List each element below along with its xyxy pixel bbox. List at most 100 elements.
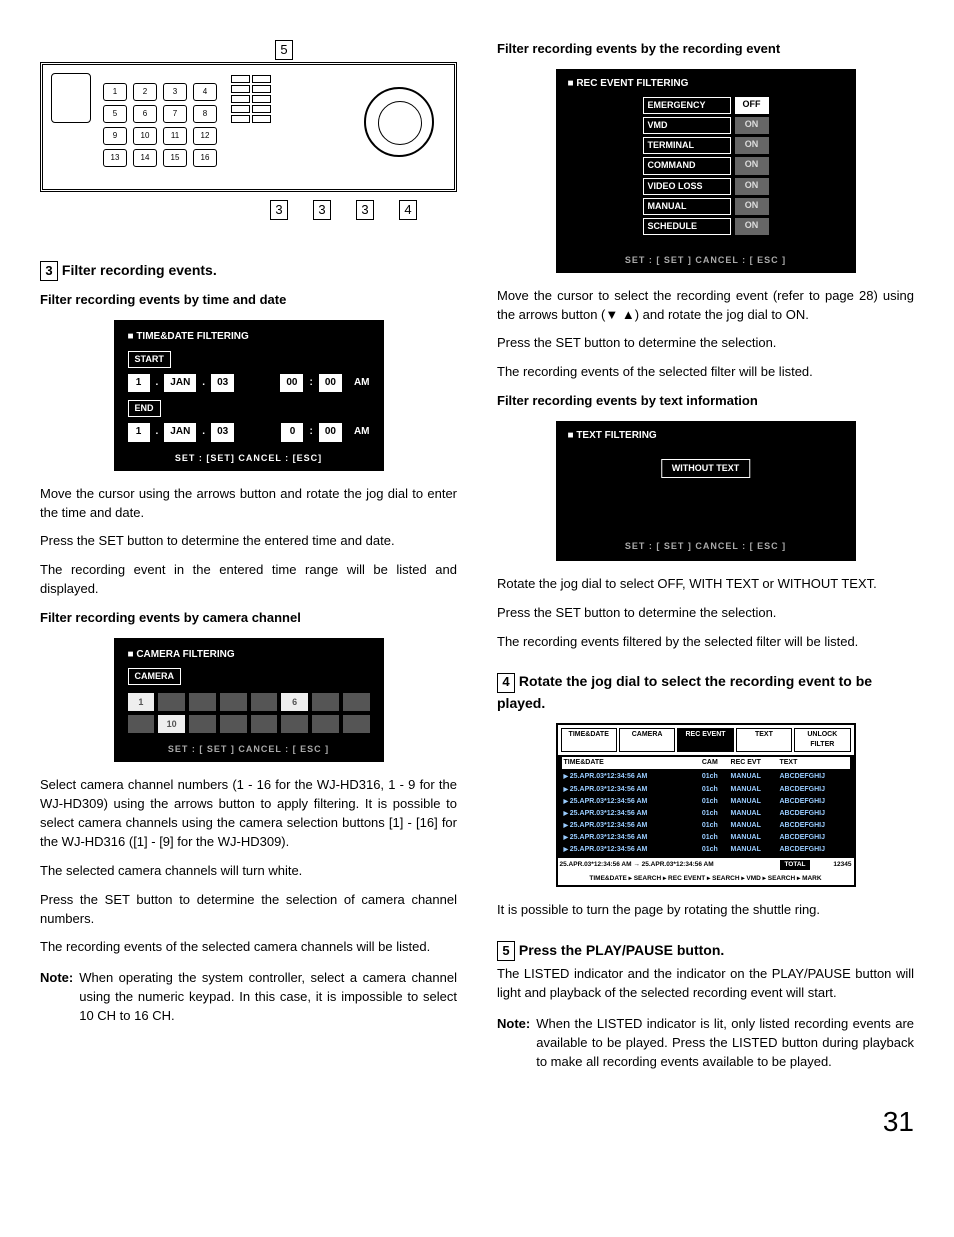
end-min: 00 (319, 423, 342, 442)
callout-top-5: 5 (275, 40, 293, 60)
note-left-label: Note: (40, 969, 73, 1026)
page-number: 31 (40, 1102, 914, 1143)
camera-tab: CAMERA (128, 668, 182, 685)
rec-row-label: SCHEDULE (643, 218, 731, 235)
row-cam: 01ch (691, 820, 728, 832)
row-timedate: 25.APR.03*12:34:56 AM (562, 784, 692, 796)
row-cam: 01ch (691, 784, 728, 796)
row-text: ABCDEFGHIJ (777, 832, 849, 844)
row-timedate: 25.APR.03*12:34:56 AM (562, 820, 692, 832)
text-p1: Rotate the jog dial to select OFF, WITH … (497, 575, 914, 594)
row-cam: 01ch (691, 808, 728, 820)
time-date-filtering-panel: TIME&DATE FILTERING START 1 . JAN . 03 0… (114, 320, 384, 471)
rec-panel-footer: SET : [ SET ] CANCEL : [ ESC ] (556, 254, 856, 273)
step-3-number: 3 (40, 261, 58, 281)
td-p1: Move the cursor using the arrows button … (40, 485, 457, 523)
rec-row-value: ON (735, 157, 769, 174)
row-text: ABCDEFGHIJ (777, 796, 849, 808)
row-evt: MANUAL (729, 808, 778, 820)
list-tab: TIME&DATE (561, 728, 617, 752)
cam-p2: The selected camera channels will turn w… (40, 862, 457, 881)
cam-1: 1 (128, 693, 155, 711)
end-day: 1 (128, 423, 150, 442)
end-hour: 0 (281, 423, 303, 442)
text-panel-title: TEXT FILTERING (568, 429, 844, 444)
list-tab: TEXT (736, 728, 792, 752)
col-cam: CAM (691, 757, 728, 769)
cam-4 (220, 693, 247, 711)
subhead-time-date: Filter recording events by time and date (40, 291, 457, 310)
row-text: ABCDEFGHIJ (777, 844, 849, 856)
rec-row-label: MANUAL (643, 198, 731, 215)
rec-row: EMERGENCYOFF (556, 97, 856, 114)
camera-filtering-panel: CAMERA FILTERING CAMERA 1 6 10 SE (114, 638, 384, 763)
rec-p3: The recording events of the selected fil… (497, 363, 914, 382)
step-5-title: Press the PLAY/PAUSE button. (519, 942, 724, 958)
col-timedate: TIME&DATE (562, 757, 692, 769)
list-row: 25.APR.03*12:34:56 AM01chMANUALABCDEFGHI… (562, 771, 850, 783)
row-text: ABCDEFGHIJ (777, 820, 849, 832)
cam-p1: Select camera channel numbers (1 - 16 fo… (40, 776, 457, 851)
text-p2: Press the SET button to determine the se… (497, 604, 914, 623)
list-row: 25.APR.03*12:34:56 AM01chMANUALABCDEFGHI… (562, 844, 850, 856)
end-tab: END (128, 400, 161, 417)
rec-row-label: COMMAND (643, 157, 731, 174)
cam-9 (128, 715, 155, 733)
step-5-number: 5 (497, 941, 515, 961)
rec-row-label: EMERGENCY (643, 97, 731, 114)
start-min: 00 (319, 374, 342, 393)
rec-row: MANUALON (556, 198, 856, 215)
step-4-heading: 4 Rotate the jog dial to select the reco… (497, 671, 914, 713)
note-right-body: When the LISTED indicator is lit, only l… (536, 1015, 914, 1072)
subhead-camera: Filter recording events by camera channe… (40, 609, 457, 628)
breadcrumb-filters: TIME&DATE ▸ SEARCH ▸ REC EVENT ▸ SEARCH … (558, 872, 854, 885)
step-4-title-a: Rotate the jog dial to select (519, 673, 705, 689)
list-row: 25.APR.03*12:34:56 AM01chMANUALABCDEFGHI… (562, 796, 850, 808)
start-ampm: AM (354, 376, 370, 391)
total-label: TOTAL (780, 860, 809, 869)
cam-15 (312, 715, 339, 733)
list-row: 25.APR.03*12:34:56 AM01chMANUALABCDEFGHI… (562, 784, 850, 796)
list-row: 25.APR.03*12:34:56 AM01chMANUALABCDEFGHI… (562, 808, 850, 820)
camera-grid: 1 6 10 (128, 693, 370, 733)
cam-3 (189, 693, 216, 711)
cam-2 (158, 693, 185, 711)
rec-event-filtering-panel: REC EVENT FILTERING EMERGENCYOFF VMD ON TER… (556, 69, 856, 273)
start-tab: START (128, 351, 171, 368)
cam-7 (312, 693, 339, 711)
start-year: 03 (211, 374, 234, 393)
cam-panel-title: CAMERA FILTERING (128, 648, 370, 663)
text-panel-footer: SET : [ SET ] CANCEL : [ ESC ] (556, 540, 856, 553)
range-span: 25.APR.03*12:34:56 AM → 25.APR.03*12:34:… (560, 860, 779, 869)
note-left-body: When operating the system controller, se… (79, 969, 457, 1026)
cam-14 (281, 715, 308, 733)
rec-row: TERMINALON (556, 137, 856, 154)
rec-panel-title: REC EVENT FILTERING (556, 69, 856, 98)
cam-5 (251, 693, 278, 711)
note-right: Note: When the LISTED indicator is lit, … (497, 1015, 914, 1072)
row-evt: MANUAL (729, 796, 778, 808)
cam-6: 6 (281, 693, 308, 711)
cam-12 (220, 715, 247, 733)
td-panel-title: TIME&DATE FILTERING (128, 330, 370, 345)
callout-3a: 3 (270, 200, 288, 220)
row-cam: 01ch (691, 832, 728, 844)
row-timedate: 25.APR.03*12:34:56 AM (562, 771, 692, 783)
cam-16 (343, 715, 370, 733)
row-timedate: 25.APR.03*12:34:56 AM (562, 796, 692, 808)
cam-panel-footer: SET : [ SET ] CANCEL : [ ESC ] (128, 743, 370, 756)
start-hour: 00 (280, 374, 303, 393)
subhead-rec-event: Filter recording events by the recording… (497, 40, 914, 59)
rec-p2: Press the SET button to determine the se… (497, 334, 914, 353)
cam-p3: Press the SET button to determine the se… (40, 891, 457, 929)
td-p2: Press the SET button to determine the en… (40, 532, 457, 551)
rec-row-label: VMD (643, 117, 731, 134)
device-front-panel-diagram: 1234 5678 9101112 13141516 (40, 62, 457, 192)
list-tab: UNLOCK FILTER (794, 728, 850, 752)
step-5-heading: 5 Press the PLAY/PAUSE button. (497, 940, 914, 961)
list-tab: REC EVENT (677, 728, 733, 752)
end-ampm: AM (354, 425, 370, 440)
td-panel-footer: SET : [SET] CANCEL : [ESC] (128, 452, 370, 465)
note-left: Note: When operating the system controll… (40, 969, 457, 1026)
text-p3: The recording events filtered by the sel… (497, 633, 914, 652)
